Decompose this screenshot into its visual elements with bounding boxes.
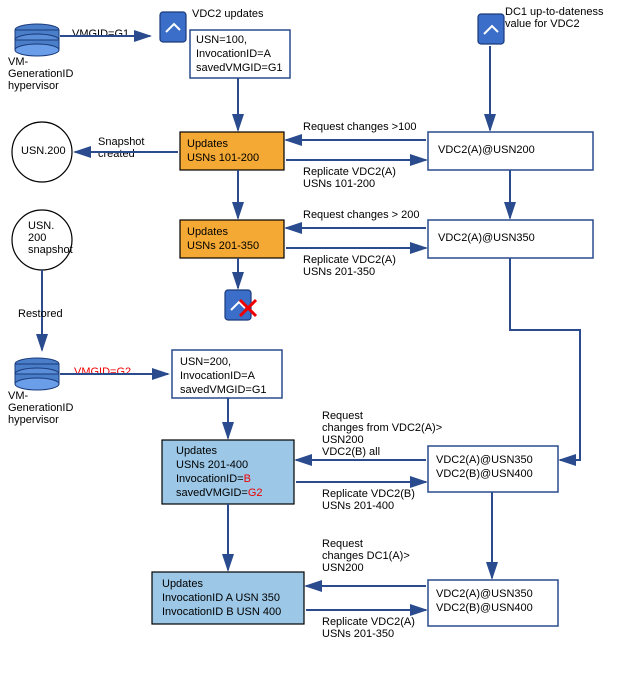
u2l1: Updates [187, 226, 228, 238]
vdc2-updates: VDC2 updates [192, 8, 264, 20]
dc1l2: value for VDC2 [505, 18, 580, 30]
r5q1: Request [322, 410, 363, 422]
right2: VDC2(A)@USN350 [438, 232, 535, 244]
b2l3: savedVMGID=G1 [180, 384, 267, 396]
h2l2: GenerationID [8, 402, 73, 414]
svg-text:Replicate VDC2(A)USNs 201-350: Replicate VDC2(A)USNs 201-350 [322, 616, 415, 640]
u1l1: Updates [187, 138, 228, 150]
u3l4b: G2 [248, 487, 263, 499]
u3l4a: savedVMGID= [176, 487, 248, 499]
sn2: 200 [28, 232, 46, 244]
r5q3: USN200 [322, 434, 364, 446]
vmgid-g1: VMGID=G1 [72, 28, 129, 40]
hyp1-l1: VM- [8, 56, 29, 68]
req2: Request changes > 200 [303, 209, 420, 221]
r6q2: changes DC1(A)> [322, 550, 410, 562]
hypervisor-icon-1 [15, 24, 59, 56]
right4l1: VDC2(A)@USN350 [436, 588, 533, 600]
h2l1: VM- [8, 390, 29, 402]
sn1: USN. [28, 220, 54, 232]
svg-text:Snapshotcreated: Snapshotcreated [98, 136, 144, 160]
b1l3: savedVMGID=G1 [196, 62, 283, 74]
u3l1: Updates [176, 445, 217, 457]
b2l1: USN=200, [180, 356, 231, 368]
rep1l2: USNs 101-200 [303, 178, 375, 190]
rep2l2: USNs 201-350 [303, 266, 375, 278]
u4l1: Updates [162, 578, 203, 590]
sn3: snapshot [28, 244, 73, 256]
right4l2: VDC2(B)@USN400 [436, 602, 533, 614]
h2l3: hypervisor [8, 414, 59, 426]
u3l3b: B [244, 473, 251, 485]
rep1l1: Replicate VDC2(A) [303, 166, 396, 178]
svg-text:VM-GenerationIDhypervisor: VM-GenerationIDhypervisor [8, 390, 73, 426]
u4l2: InvocationID A USN 350 [162, 592, 280, 604]
svg-text:Replicate VDC2(A)USNs 101-200: Replicate VDC2(A)USNs 101-200 [303, 166, 396, 190]
u1l2: USNs 101-200 [187, 152, 259, 164]
hypervisor-icon-2 [15, 358, 59, 390]
req1: Request changes >100 [303, 121, 416, 133]
b2l2: InvocationID=A [180, 370, 256, 382]
vmgid-g2: VMGID=G2 [74, 366, 131, 378]
svg-text:Replicate VDC2(B)USNs 201-400: Replicate VDC2(B)USNs 201-400 [322, 488, 415, 512]
u3l3a: InvocationID= [176, 473, 244, 485]
r5r1: Replicate VDC2(B) [322, 488, 415, 500]
b1l1: USN=100, [196, 34, 247, 46]
snap2: created [98, 148, 135, 160]
u4l3: InvocationID B USN 400 [162, 606, 281, 618]
right3l1: VDC2(A)@USN350 [436, 454, 533, 466]
r5q2: changes from VDC2(A)> [322, 422, 442, 434]
u2l2: USNs 201-350 [187, 240, 259, 252]
usn200-label: USN.200 [21, 145, 66, 157]
hyp1-l2: GenerationID [8, 68, 73, 80]
dc1l1: DC1 up-to-dateness [505, 6, 604, 18]
snap1: Snapshot [98, 136, 144, 148]
svg-text:DC1 up-to-datenessvalue for VD: DC1 up-to-datenessvalue for VDC2 [505, 6, 604, 30]
r5r2: USNs 201-400 [322, 500, 394, 512]
rep2l1: Replicate VDC2(A) [303, 254, 396, 266]
r6r2: USNs 201-350 [322, 628, 394, 640]
r6r1: Replicate VDC2(A) [322, 616, 415, 628]
right1: VDC2(A)@USN200 [438, 144, 535, 156]
svg-text:Requestchanges DC1(A)>USN200: Requestchanges DC1(A)>USN200 [322, 538, 410, 574]
svg-text:VM-GenerationIDhypervisor: VM-GenerationIDhypervisor [8, 56, 73, 92]
svg-text:Requestchanges from VDC2(A)>US: Requestchanges from VDC2(A)>USN200VDC2(B… [322, 410, 442, 458]
r5q4: VDC2(B) all [322, 446, 380, 458]
r6q3: USN200 [322, 562, 364, 574]
hyp1-l3: hypervisor [8, 80, 59, 92]
b1l2: InvocationID=A [196, 48, 272, 60]
dc1-icon [478, 14, 504, 44]
vdc2-icon [160, 12, 186, 42]
right3l2: VDC2(B)@USN400 [436, 468, 533, 480]
u3l2: USNs 201-400 [176, 459, 248, 471]
arrow [510, 258, 580, 460]
svg-text:Replicate VDC2(A)USNs 201-350: Replicate VDC2(A)USNs 201-350 [303, 254, 396, 278]
restored: Restored [18, 308, 63, 320]
r6q1: Request [322, 538, 363, 550]
